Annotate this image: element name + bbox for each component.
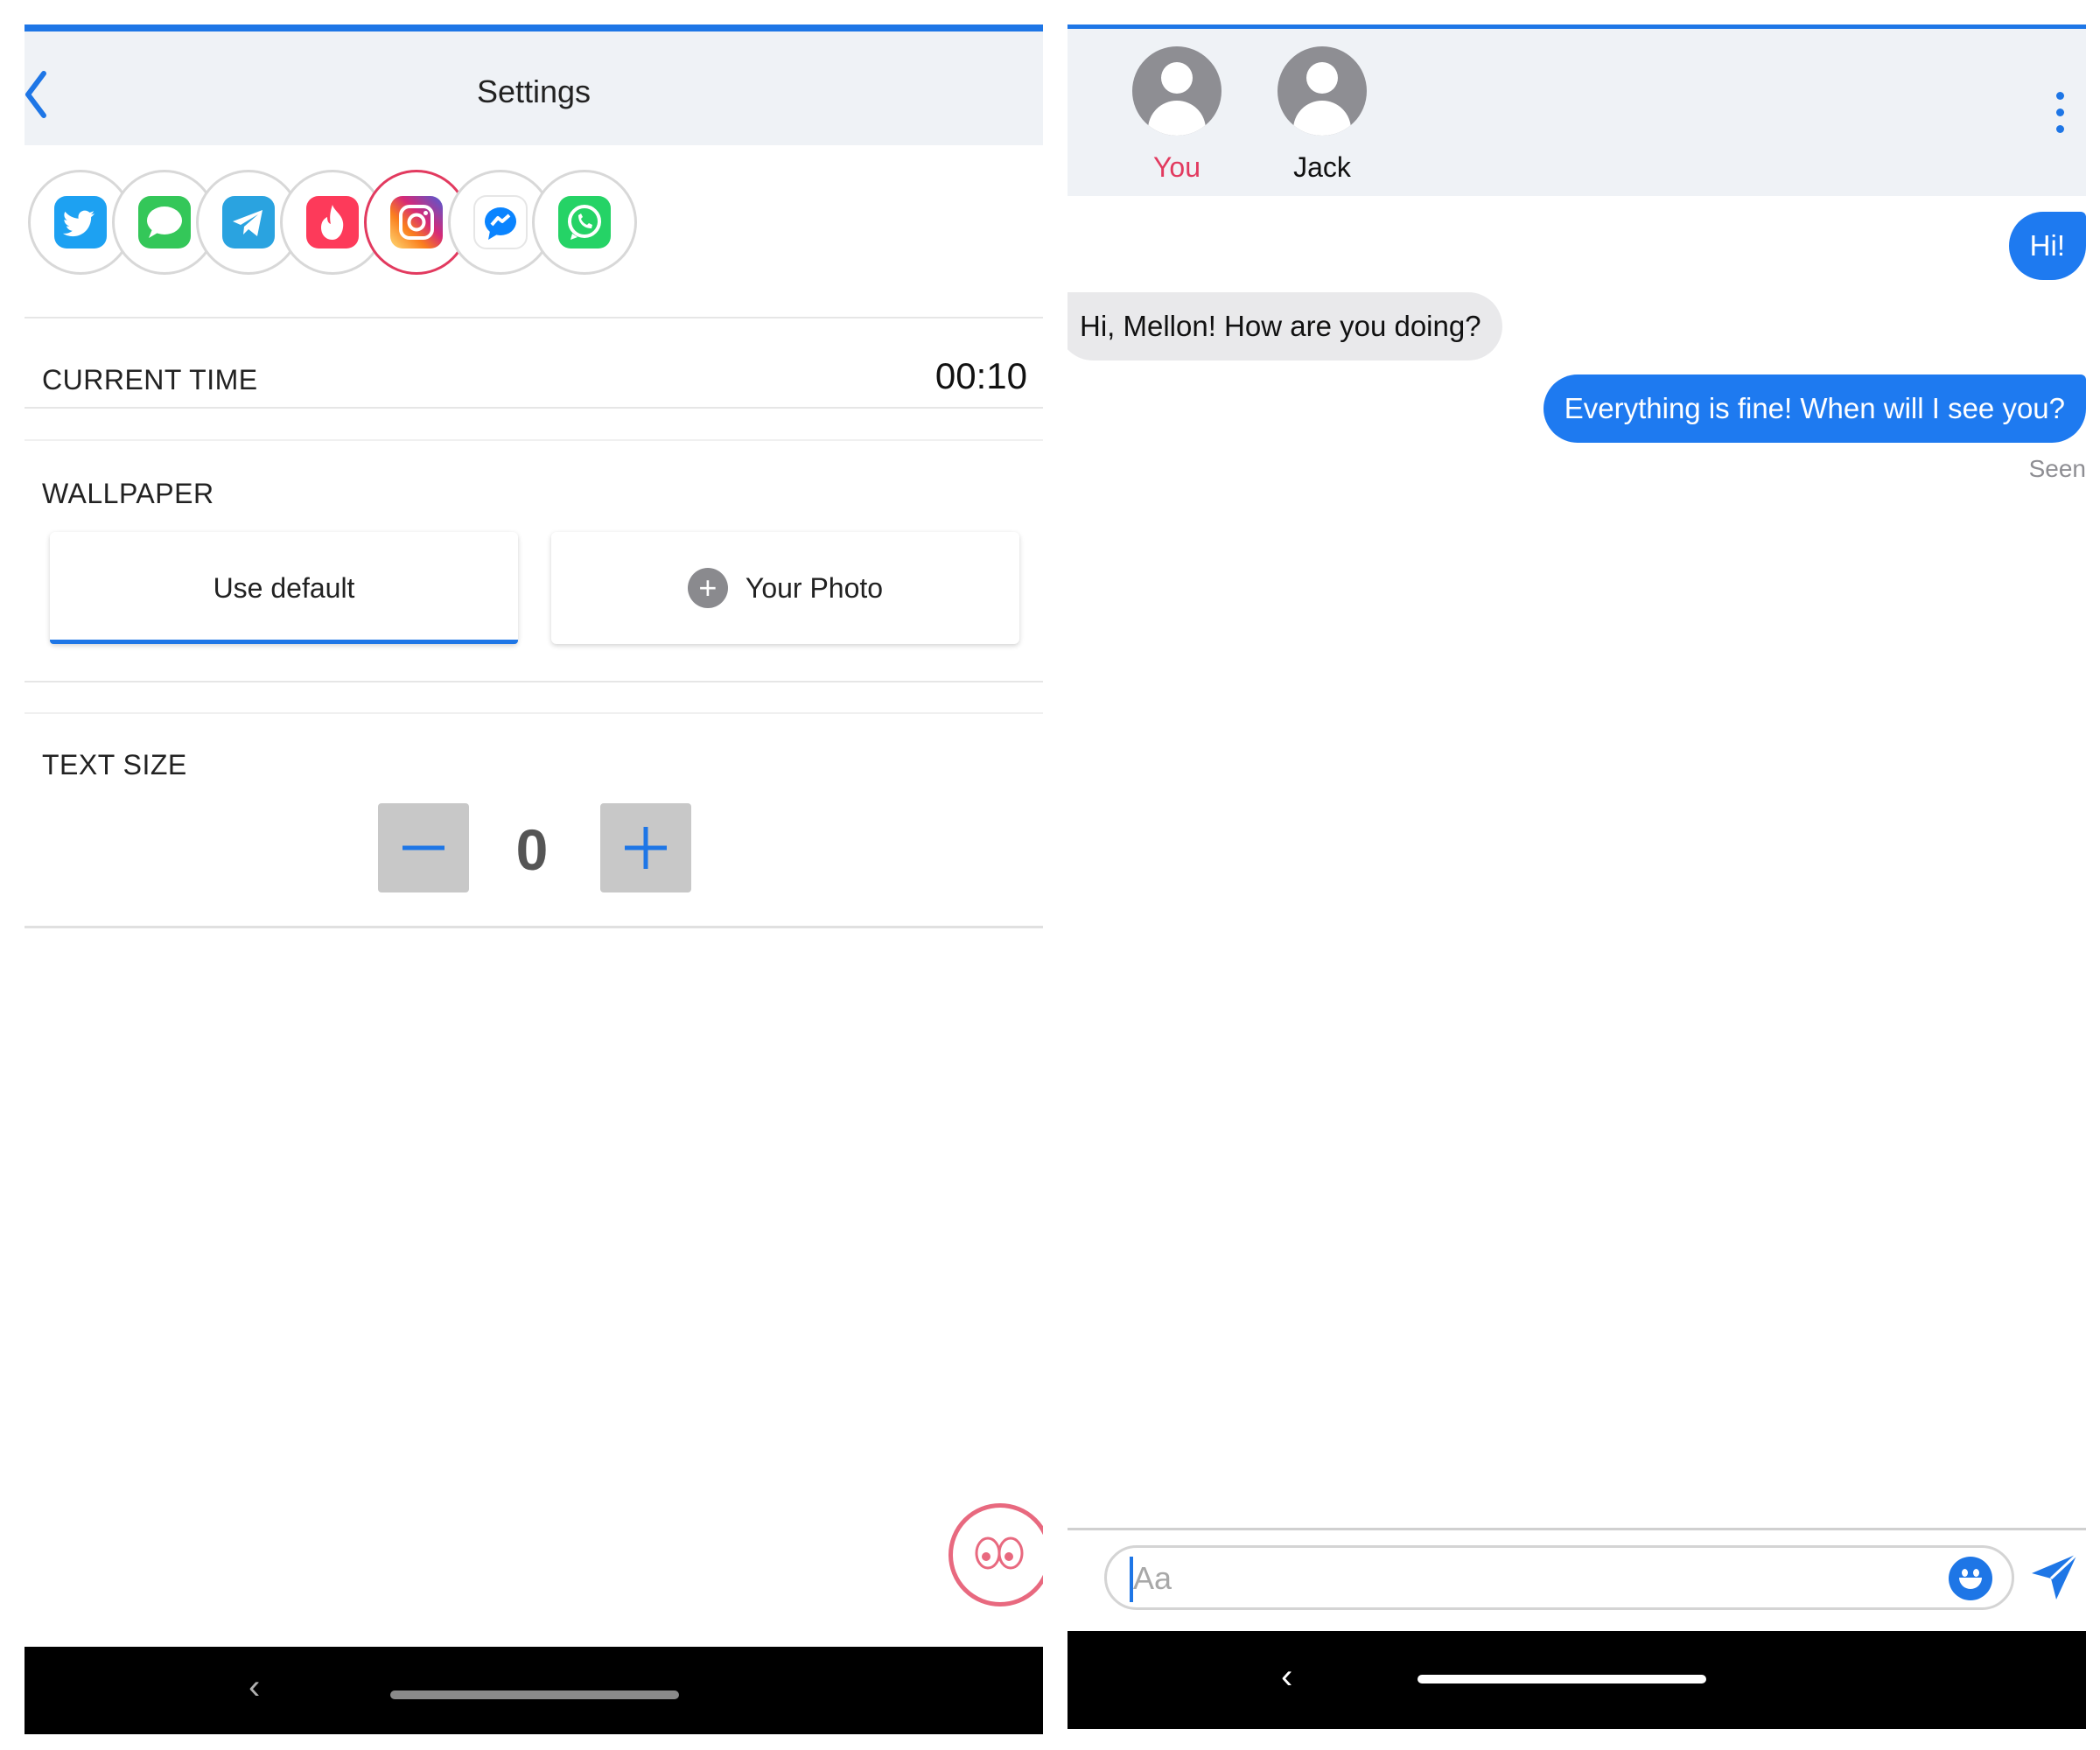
imessage-icon [138, 196, 191, 248]
system-back-icon[interactable]: ‹ [1281, 1657, 1292, 1697]
whatsapp-icon [558, 196, 611, 248]
add-photo-icon: + [687, 568, 728, 608]
settings-panel: Settings CURRENT TIME 00:10 WALLPAPER Us… [24, 24, 1043, 1738]
home-indicator[interactable] [390, 1690, 679, 1699]
use-default-button[interactable]: Use default [50, 532, 518, 644]
chat-header: You Jack [1068, 24, 2086, 196]
seen-status: Seen [2028, 455, 2086, 482]
message-bubble-in[interactable]: Hi, Mellon! How are you doing? [1068, 292, 1502, 360]
message-input[interactable]: Aa [1104, 1545, 2014, 1610]
use-default-label: Use default [213, 571, 355, 604]
decrease-text-size-button[interactable] [378, 803, 469, 892]
system-nav-bar: ‹ [24, 1647, 1043, 1734]
divider [24, 712, 1043, 714]
current-time-label: CURRENT TIME [42, 364, 258, 396]
composer-divider [1068, 1528, 2086, 1530]
increase-text-size-button[interactable] [600, 803, 691, 892]
message-input-placeholder: Aa [1133, 1560, 1172, 1596]
instagram-icon [390, 196, 443, 248]
more-options-icon[interactable] [2056, 92, 2065, 142]
twitter-icon [54, 196, 107, 248]
messenger-icon [473, 195, 528, 249]
plus-icon [625, 827, 667, 869]
your-photo-button[interactable]: + Your Photo [551, 532, 1019, 644]
home-indicator[interactable] [1418, 1675, 1706, 1684]
participant-name-you: You [1153, 151, 1200, 183]
divider [24, 317, 1043, 318]
chat-panel: You Jack Hi! Hi, Mellon! How are you doi… [1068, 24, 2086, 1738]
divider [24, 681, 1043, 682]
participant-name-jack: Jack [1293, 151, 1351, 183]
system-back-icon[interactable]: ‹ [248, 1668, 260, 1707]
app-selector [24, 170, 1043, 284]
current-time-value[interactable]: 00:10 [935, 355, 1027, 397]
settings-header: Settings [24, 24, 1043, 145]
minus-icon [402, 845, 444, 850]
divider [24, 926, 1043, 928]
eyes-icon [975, 1536, 1024, 1570]
text-size-label: TEXT SIZE [42, 749, 187, 780]
avatar-jack[interactable] [1278, 46, 1367, 136]
selected-indicator [50, 640, 518, 644]
divider [24, 439, 1043, 441]
divider [24, 407, 1043, 409]
send-icon[interactable] [2028, 1550, 2081, 1603]
text-size-value: 0 [515, 817, 549, 882]
wallpaper-label: WALLPAPER [42, 478, 214, 509]
avatar-you[interactable] [1132, 46, 1222, 136]
app-whatsapp-button[interactable] [532, 170, 637, 275]
system-nav-bar: ‹ [1068, 1631, 2086, 1729]
message-bubble-out[interactable]: Hi! [2008, 212, 2086, 280]
preview-eyes-button[interactable] [948, 1503, 1043, 1606]
page-title: Settings [476, 74, 592, 109]
emoji-icon[interactable] [1949, 1557, 1992, 1600]
message-bubble-out[interactable]: Everything is fine! When will I see you? [1543, 374, 2086, 443]
your-photo-label: Your Photo [745, 571, 884, 604]
telegram-icon [222, 196, 275, 248]
tinder-icon [306, 196, 359, 248]
